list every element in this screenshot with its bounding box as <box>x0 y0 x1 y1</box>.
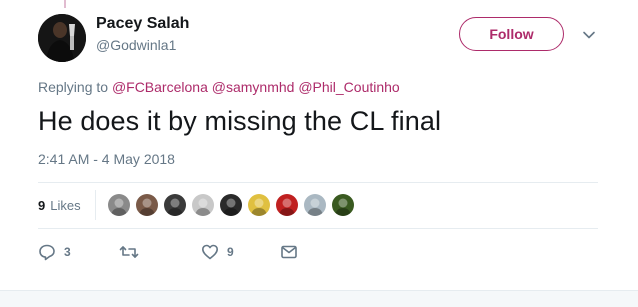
liker-avatar-5[interactable] <box>219 194 242 216</box>
user-handle[interactable]: @Godwinla1 <box>96 37 176 53</box>
mention-link-phil-coutinho[interactable]: @Phil_Coutinho <box>298 79 399 95</box>
liker-avatar-7[interactable] <box>275 194 298 216</box>
retweet-action[interactable] <box>119 240 147 264</box>
replying-to-line: Replying to @FCBarcelona @samynmhd @Phil… <box>38 79 400 95</box>
chevron-down-icon[interactable] <box>582 28 596 42</box>
liker-avatar-3[interactable] <box>163 194 186 216</box>
stats-separator <box>94 190 96 220</box>
mention-link-samynmhd[interactable]: @samynmhd <box>212 79 295 95</box>
reply-icon[interactable] <box>38 243 56 261</box>
reply-action[interactable]: 3 <box>38 240 71 264</box>
divider-bottom <box>38 228 598 229</box>
liker-avatar-6[interactable] <box>247 194 270 216</box>
follow-button[interactable]: Follow <box>459 17 564 51</box>
bottom-background-strip <box>0 290 638 307</box>
liker-avatar-1[interactable] <box>107 194 130 216</box>
envelope-icon[interactable] <box>280 243 298 261</box>
thread-connector-line <box>64 0 66 8</box>
liker-avatar-4[interactable] <box>191 194 214 216</box>
like-action[interactable]: 9 <box>201 240 234 264</box>
like-count: 9 <box>227 245 234 259</box>
likes-label[interactable]: Likes <box>50 198 80 213</box>
reply-count: 3 <box>64 245 71 259</box>
user-display-name[interactable]: Pacey Salah <box>96 15 189 33</box>
likes-stats-row: 9 Likes <box>38 182 598 228</box>
replying-to-label: Replying to <box>38 79 109 95</box>
liker-avatar-8[interactable] <box>303 194 326 216</box>
retweet-icon[interactable] <box>119 243 139 261</box>
mention-link-fcbarcelona[interactable]: @FCBarcelona <box>112 79 208 95</box>
user-avatar[interactable] <box>38 14 86 62</box>
direct-message-action[interactable] <box>280 240 298 264</box>
liker-avatar-9[interactable] <box>331 194 354 216</box>
tweet-timestamp[interactable]: 2:41 AM - 4 May 2018 <box>38 151 175 167</box>
heart-icon[interactable] <box>201 243 219 261</box>
likes-count[interactable]: 9 <box>38 198 45 213</box>
liker-avatars <box>107 194 360 216</box>
liker-avatar-2[interactable] <box>135 194 158 216</box>
tweet-text: He does it by missing the CL final <box>38 106 442 136</box>
